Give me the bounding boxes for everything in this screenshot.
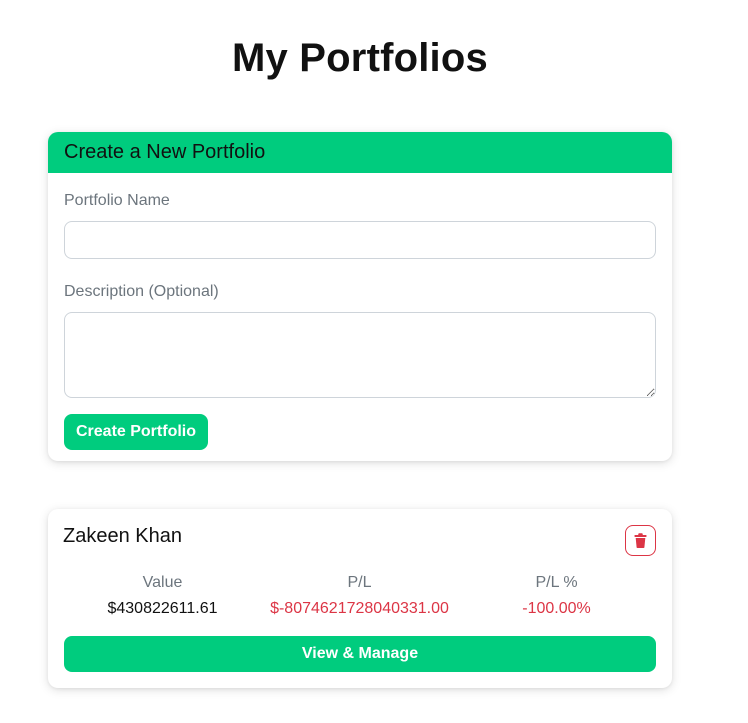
create-portfolio-header: Create a New Portfolio <box>48 132 672 173</box>
portfolio-name-label: Portfolio Name <box>64 192 170 209</box>
trash-icon <box>634 533 647 548</box>
stat-pl-percent: P/L % -100.00% <box>458 574 655 618</box>
pl-label: P/L <box>347 574 372 591</box>
description-textarea[interactable] <box>64 312 656 398</box>
stat-pl: P/L $-8074621728040331.00 <box>261 574 458 618</box>
pl-amount: $-8074621728040331.00 <box>270 600 449 617</box>
create-portfolio-form: Portfolio Name Description (Optional) Cr… <box>48 192 672 450</box>
page-title: My Portfolios <box>232 36 488 80</box>
portfolio-card: Zakeen Khan Value $430822611.61 P/L $-80… <box>48 509 672 688</box>
create-portfolio-card: Create a New Portfolio Portfolio Name De… <box>48 132 672 461</box>
view-manage-button[interactable]: View & Manage <box>64 636 656 672</box>
pl-percent-amount: -100.00% <box>522 600 591 617</box>
create-portfolio-button[interactable]: Create Portfolio <box>64 414 208 450</box>
portfolio-name-input[interactable] <box>64 221 656 259</box>
delete-portfolio-button[interactable] <box>625 525 656 556</box>
pl-percent-label: P/L % <box>535 574 578 591</box>
stat-value: Value $430822611.61 <box>64 574 261 618</box>
portfolio-stats: Value $430822611.61 P/L $-80746217280403… <box>64 574 656 618</box>
portfolio-name: Zakeen Khan <box>63 525 182 547</box>
value-label: Value <box>142 574 183 591</box>
description-label: Description (Optional) <box>64 283 219 300</box>
value-amount: $430822611.61 <box>107 600 218 617</box>
